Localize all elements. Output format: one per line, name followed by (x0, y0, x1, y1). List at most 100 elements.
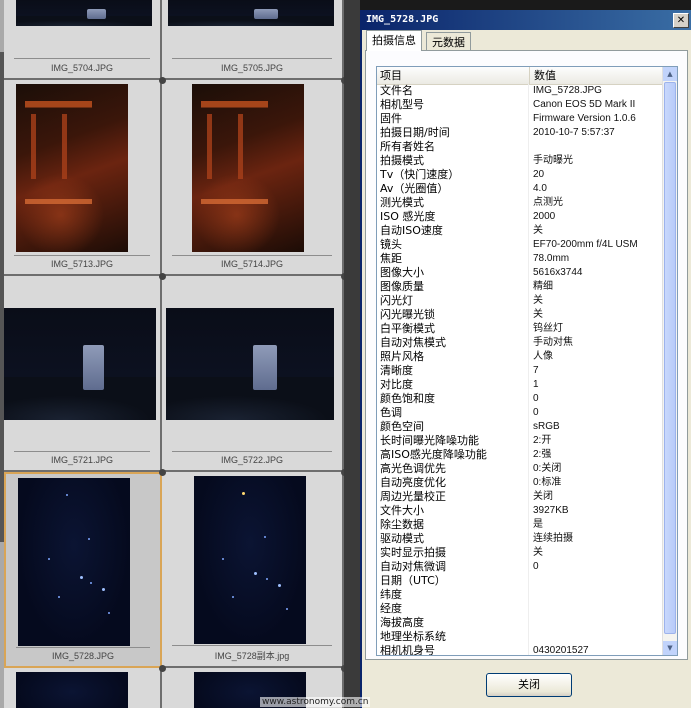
info-row[interactable]: 图像大小 5616x3744 (377, 266, 663, 280)
caption-divider (172, 58, 332, 59)
info-value: 0 (533, 407, 539, 418)
info-row[interactable]: 高ISO感光度降噪功能 2:强 (377, 448, 663, 462)
info-value: 4.0 (533, 183, 547, 194)
thumbnail-image (192, 84, 304, 252)
thumbnail-cell[interactable] (4, 668, 162, 708)
info-row[interactable]: 高光色调优先 0:关闭 (377, 462, 663, 476)
info-row[interactable]: 颜色饱和度 0 (377, 392, 663, 406)
info-row[interactable]: 色调 0 (377, 406, 663, 420)
info-row[interactable]: 自动对焦微调 0 (377, 560, 663, 574)
thumbnail-caption: IMG_5721.JPG (50, 455, 114, 465)
dialog-title: IMG_5728.JPG (366, 14, 439, 25)
info-key: Tv（快门速度） (380, 168, 529, 182)
info-row[interactable]: 图像质量 精细 (377, 280, 663, 294)
info-row[interactable]: 实时显示拍摄关 (377, 546, 663, 560)
info-row[interactable]: 照片风格 人像 (377, 350, 663, 364)
star (278, 584, 281, 587)
info-value: 关 (533, 547, 543, 558)
thumbnail-cell[interactable]: IMG_5721.JPG (4, 276, 162, 472)
caption-divider (16, 647, 150, 648)
close-icon[interactable]: ✕ (673, 13, 689, 28)
thumbnail-image (16, 672, 128, 708)
info-list[interactable]: 项目 数值 文件名 IMG_5728.JPG 相机型号 Canon EOS 5D Ma… (376, 66, 678, 656)
info-row[interactable]: 对比度 1 (377, 378, 663, 392)
thumbnail-cell[interactable]: IMG_5705.JPG (162, 0, 344, 80)
star (58, 596, 60, 598)
info-row[interactable]: 海拔高度 (377, 616, 663, 630)
info-row[interactable]: 颜色空间 sRGB (377, 420, 663, 434)
browser-scroll-edge[interactable] (344, 0, 360, 708)
dialog-titlebar[interactable]: IMG_5728.JPG ✕ (362, 10, 691, 30)
info-row[interactable]: 闪光灯关 (377, 294, 663, 308)
info-row[interactable]: 日期（UTC） (377, 574, 663, 588)
info-key: 高ISO感光度降噪功能 (380, 448, 529, 462)
info-row[interactable]: 经度 (377, 602, 663, 616)
info-row[interactable]: 拍摄日期/时间 2010-10-7 5:57:37 (377, 126, 663, 140)
thumbnail-cell[interactable]: IMG_5714.JPG (162, 80, 344, 276)
info-row[interactable]: 自动对焦模式 手动对焦 (377, 336, 663, 350)
thumbnail-caption: IMG_5704.JPG (50, 63, 114, 73)
column-header-value[interactable]: 数值 (531, 67, 663, 84)
close-button[interactable]: 关闭 (486, 673, 572, 697)
thumbnail-cell[interactable]: IMG_5722.JPG (162, 276, 344, 472)
scroll-down-icon[interactable]: ▼ (663, 641, 677, 655)
info-row[interactable]: 自动ISO速度关 (377, 224, 663, 238)
vertical-scrollbar[interactable]: ▲ ▼ (662, 67, 677, 655)
thumbnail-cell[interactable]: IMG_5728副本.jpg (162, 472, 344, 668)
grid-junction (159, 273, 166, 280)
info-key: 长时间曝光降噪功能 (380, 434, 529, 448)
info-row[interactable]: 纬度 (377, 588, 663, 602)
info-key: 地理坐标系统 (380, 630, 529, 644)
info-key: 相机机身号 (380, 644, 529, 655)
info-value: 2:开 (533, 435, 552, 446)
info-row[interactable]: 焦距 78.0mm (377, 252, 663, 266)
info-key: 周边光量校正 (380, 490, 529, 504)
info-row[interactable]: 相机型号 Canon EOS 5D Mark II (377, 98, 663, 112)
star (286, 608, 288, 610)
caption-divider (14, 451, 150, 452)
thumbnail-cell[interactable]: IMG_5713.JPG (4, 80, 162, 276)
info-value: 人像 (533, 351, 553, 362)
info-row[interactable]: Tv（快门速度） 20 (377, 168, 663, 182)
info-key: 自动亮度优化 (380, 476, 529, 490)
info-key: 纬度 (380, 588, 529, 602)
info-row[interactable]: ISO 感光度 2000 (377, 210, 663, 224)
info-row[interactable]: Av（光圈值） 4.0 (377, 182, 663, 196)
info-row[interactable]: 所有者姓名 (377, 140, 663, 154)
tab-shooting-info[interactable]: 拍摄信息 (366, 30, 422, 51)
scrollbar-thumb[interactable] (664, 82, 676, 634)
info-row[interactable]: 文件大小 3927KB (377, 504, 663, 518)
info-row[interactable]: 清晰度 7 (377, 364, 663, 378)
info-key: 自动对焦微调 (380, 560, 529, 574)
info-row[interactable]: 拍摄模式 手动曝光 (377, 154, 663, 168)
grid-junction (159, 77, 166, 84)
thumbnail-image (166, 308, 334, 420)
info-value: 20 (533, 169, 545, 180)
info-row[interactable]: 自动亮度优化 0:标准 (377, 476, 663, 490)
star (90, 582, 92, 584)
info-row[interactable]: 驱动模式 连续拍摄 (377, 532, 663, 546)
info-row[interactable]: 除尘数据是 (377, 518, 663, 532)
info-key: 闪光曝光锁 (380, 308, 529, 322)
thumbnail-cell-selected[interactable]: IMG_5728.JPG (4, 472, 162, 668)
info-key: 除尘数据 (380, 518, 529, 532)
caption-divider (14, 255, 150, 256)
info-row[interactable]: 固件 Firmware Version 1.0.6 (377, 112, 663, 126)
info-key: ISO 感光度 (380, 210, 529, 224)
column-header-item[interactable]: 项目 (377, 67, 530, 84)
thumbnail-image (16, 0, 152, 26)
info-row[interactable]: 相机机身号 0430201527 (377, 644, 663, 655)
scroll-up-icon[interactable]: ▲ (663, 67, 677, 81)
grid-junction (159, 469, 166, 476)
info-row[interactable]: 长时间曝光降噪功能 2:开 (377, 434, 663, 448)
info-row[interactable]: 周边光量校正 关闭 (377, 490, 663, 504)
thumbnail-cell[interactable]: IMG_5704.JPG (4, 0, 162, 80)
info-row[interactable]: 测光模式 点测光 (377, 196, 663, 210)
info-row[interactable]: 白平衡模式 钨丝灯 (377, 322, 663, 336)
info-value: 钨丝灯 (533, 323, 563, 334)
info-row[interactable]: 地理坐标系统 (377, 630, 663, 644)
tab-metadata[interactable]: 元数据 (426, 32, 471, 51)
info-row[interactable]: 镜头 EF70-200mm f/4L USM (377, 238, 663, 252)
info-row[interactable]: 闪光曝光锁关 (377, 308, 663, 322)
info-row[interactable]: 文件名 IMG_5728.JPG (377, 84, 663, 98)
